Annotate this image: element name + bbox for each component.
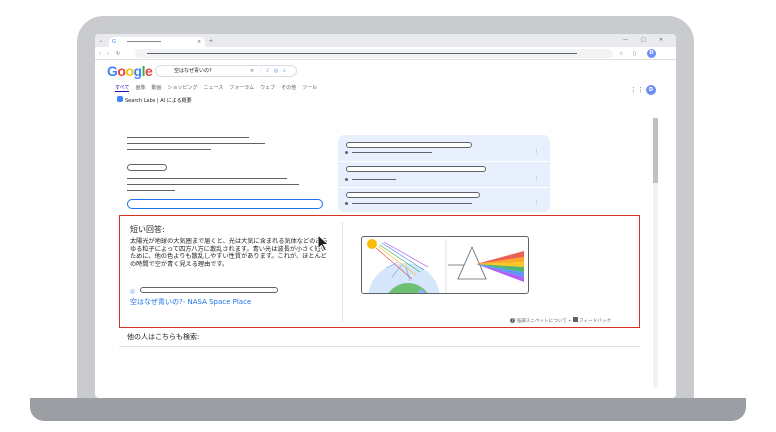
skeleton-line — [127, 190, 175, 191]
footer-separator: • — [568, 319, 572, 324]
search-tab[interactable]: すべて — [115, 85, 130, 92]
search-tab[interactable]: ツール — [302, 85, 317, 91]
light-scattering-diagram — [367, 239, 524, 293]
logo-letter: g — [133, 63, 143, 79]
source-cards: ⋮ ⋮ ⋮ — [338, 135, 550, 212]
tab-close-icon[interactable]: × — [197, 39, 201, 45]
search-labs-label: Search Labs | AI による概要 — [125, 98, 192, 104]
section-divider — [119, 346, 640, 347]
card-dot — [345, 178, 348, 181]
snippet-illustration[interactable] — [361, 236, 529, 294]
logo-letter: e — [144, 63, 153, 79]
card-more-icon[interactable]: ⋮ — [534, 149, 539, 155]
card-title-placeholder — [346, 166, 486, 172]
card-title-placeholder — [346, 142, 472, 148]
browser-toolbar: ‹ › ↻ ☆ ▯ D — [95, 47, 676, 60]
card-more-icon[interactable]: ⋮ — [534, 176, 539, 182]
snippet-divider — [342, 222, 343, 322]
search-tab[interactable]: ショッピング — [167, 85, 197, 91]
new-tab-icon[interactable]: + — [209, 38, 213, 44]
google-account-avatar[interactable]: D — [646, 85, 656, 95]
logo-letter: o — [125, 63, 134, 79]
snippet-body: 太陽光が地球の大気圏まで届くと、光は大気に含まれる気体などのあらゆる粒子によって… — [130, 238, 328, 268]
skeleton-chip — [127, 164, 167, 171]
search-divider: | — [260, 67, 262, 73]
address-bar[interactable] — [135, 49, 613, 58]
skeleton-line — [127, 143, 265, 144]
google-favicon-icon: G — [112, 39, 116, 45]
card-line — [352, 179, 396, 180]
source-card[interactable]: ⋮ — [338, 187, 550, 212]
search-tab[interactable]: ウェブ — [260, 85, 275, 91]
about-snippet-link[interactable]: 強調スニペットについて — [516, 319, 566, 324]
browser-tab[interactable]: G × — [109, 37, 205, 47]
search-tabs: すべて 画像 動画 ショッピング ニュース フォーラム ウェブ その他 ツール — [115, 84, 323, 92]
snippet-heading: 短い回答: — [130, 225, 165, 234]
snippet-result-link[interactable]: 空はなぜ青いの?- NASA Space Place — [130, 297, 251, 307]
voice-search-icon[interactable]: ♪ — [266, 68, 269, 74]
laptop-illustration: ⌄ G × + — □ ✕ ‹ › ↻ ☆ ▯ D Google 空はなぜ青いの… — [0, 0, 776, 432]
back-button[interactable]: ‹ — [99, 51, 101, 57]
search-tab[interactable]: フォーラム — [229, 85, 254, 91]
people-also-search-heading: 他の人はこちらも検索: — [127, 333, 200, 341]
help-icon[interactable]: ? — [510, 318, 515, 323]
maximize-button[interactable]: □ — [641, 37, 646, 43]
source-card[interactable]: ⋮ — [338, 135, 550, 160]
laptop-base — [30, 398, 746, 421]
bookmark-star-icon[interactable]: ☆ — [619, 51, 623, 57]
close-window-button[interactable]: ✕ — [659, 37, 663, 43]
search-query: 空はなぜ青いの? — [174, 68, 212, 74]
skeleton-line — [127, 137, 249, 138]
skeleton-line — [127, 149, 211, 150]
search-tab[interactable]: 動画 — [151, 85, 161, 91]
browser-window: ⌄ G × + — □ ✕ ‹ › ↻ ☆ ▯ D Google 空はなぜ青いの… — [95, 34, 676, 398]
card-title-placeholder — [346, 192, 480, 198]
source-favicon-icon — [130, 289, 135, 294]
skeleton-line — [127, 184, 299, 185]
tab-strip: ⌄ G × + — □ ✕ — [95, 34, 676, 47]
search-tab[interactable]: その他 — [281, 85, 296, 91]
source-card[interactable]: ⋮ — [338, 161, 550, 186]
extensions-icon[interactable]: ▯ — [633, 51, 636, 57]
minimize-button[interactable]: — — [623, 37, 628, 43]
skeleton-input[interactable] — [127, 199, 323, 209]
search-labs-icon — [117, 96, 123, 102]
lens-search-icon[interactable]: ◎ — [274, 68, 278, 74]
tab-search-chevron-icon[interactable]: ⌄ — [99, 38, 103, 44]
google-logo[interactable]: Google — [107, 63, 153, 79]
card-line — [352, 152, 432, 153]
reload-button[interactable]: ↻ — [116, 51, 120, 57]
source-url-placeholder — [140, 287, 278, 293]
clear-search-icon[interactable]: × — [250, 68, 254, 74]
logo-letter: G — [107, 63, 118, 79]
page-scrollbar-thumb[interactable] — [653, 118, 658, 183]
card-dot — [345, 151, 348, 154]
feedback-link[interactable]: フィードバック — [579, 319, 611, 324]
skeleton-line — [127, 178, 287, 179]
feedback-icon[interactable] — [572, 317, 578, 322]
tab-title-placeholder — [127, 41, 161, 42]
snippet-footer: ? 強調スニペットについて • フィードバック — [510, 317, 611, 324]
url-placeholder — [147, 53, 577, 54]
card-dot — [345, 202, 348, 205]
card-more-icon[interactable]: ⋮ — [534, 200, 539, 206]
forward-button[interactable]: › — [107, 51, 109, 57]
profile-avatar[interactable]: D — [647, 49, 656, 58]
search-tab[interactable]: 画像 — [135, 85, 145, 91]
mouse-cursor-icon — [317, 234, 330, 252]
search-icon[interactable]: ⌕ — [283, 68, 286, 74]
search-input[interactable]: 空はなぜ青いの? × | ♪ ◎ ⌕ — [155, 65, 297, 77]
search-tab[interactable]: ニュース — [204, 85, 224, 91]
card-line — [352, 203, 472, 204]
sun-icon — [367, 239, 377, 249]
featured-snippet: 短い回答: 太陽光が地球の大気圏まで届くと、光は大気に含まれる気体などのあらゆる… — [119, 215, 640, 328]
